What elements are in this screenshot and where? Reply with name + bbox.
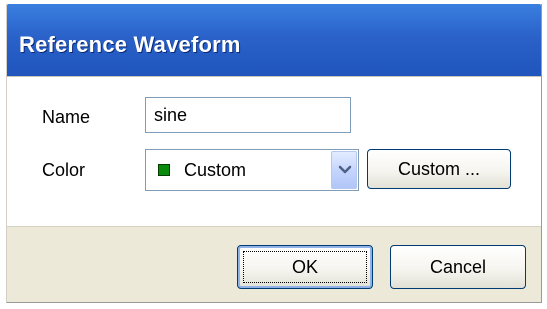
name-label: Name (42, 107, 91, 127)
color-swatch (158, 164, 170, 176)
chevron-down-icon (338, 165, 352, 174)
divider (7, 76, 541, 77)
dialog-titlebar[interactable]: Reference Waveform (7, 4, 541, 76)
color-label: Color (42, 160, 86, 180)
reference-waveform-dialog: Reference Waveform Name Color Custom Cus… (6, 4, 542, 303)
ok-button[interactable]: OK (237, 245, 373, 289)
custom-color-button[interactable]: Custom ... (367, 149, 511, 189)
name-field[interactable] (145, 97, 351, 133)
focus-rect (243, 251, 367, 283)
color-select[interactable]: Custom (145, 149, 359, 191)
cancel-button[interactable]: Cancel (390, 245, 526, 289)
color-select-value: Custom (184, 160, 247, 180)
dialog-title: Reference Waveform (19, 32, 241, 57)
color-dropdown-button[interactable] (331, 151, 357, 189)
